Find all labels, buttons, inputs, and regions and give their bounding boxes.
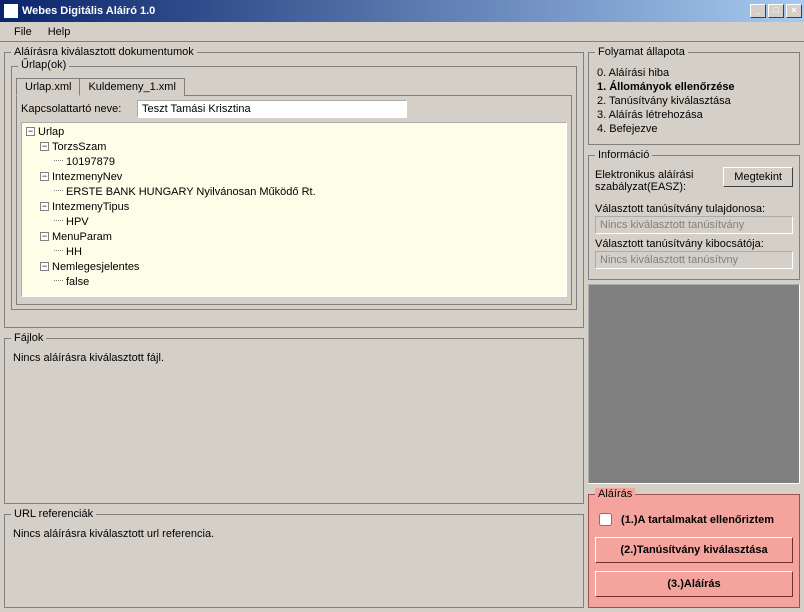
sign-legend: Aláírás [595,488,635,500]
collapse-icon[interactable]: − [40,262,49,271]
tree-node[interactable]: −Nemlegesjelentes [26,260,562,275]
process-step-3: 3. Aláírás létrehozása [597,108,791,122]
process-legend: Folyamat állapota [595,46,688,58]
process-group: Folyamat állapota 0. Aláírási hiba 1. Ál… [588,46,800,145]
right-column: Folyamat állapota 0. Aláírási hiba 1. Ál… [588,46,800,608]
cert-issuer-label: Választott tanúsítvány kibocsátója: [595,238,793,250]
minimize-button[interactable]: _ [750,4,766,18]
window-controls: _ □ × [750,4,802,18]
info-legend: Információ [595,149,652,161]
collapse-icon[interactable]: − [40,142,49,151]
collapse-icon[interactable]: − [26,127,35,136]
window-titlebar: Webes Digitális Aláíró 1.0 _ □ × [0,0,804,22]
process-step-4: 4. Befejezve [597,122,791,136]
tree-node[interactable]: −IntezmenyNev [26,170,562,185]
tree-leaf[interactable]: 10197879 [26,155,562,170]
form-tabs: Urlap.xml Kuldemeny_1.xml [16,77,572,95]
left-column: Aláírásra kiválasztott dokumentumok Űrla… [4,46,584,608]
contact-input[interactable] [137,100,407,118]
cert-owner-value: Nincs kiválasztott tanúsítvány [595,216,793,234]
app-icon [4,4,18,18]
files-empty-text: Nincs aláírásra kiválasztott fájl. [11,350,577,366]
maximize-button[interactable]: □ [768,4,784,18]
contents-checked-checkbox[interactable] [599,513,612,526]
tree-node[interactable]: −TorzsSzam [26,140,562,155]
contact-row: Kapcsolattartó neve: [21,100,567,118]
tree-node[interactable]: −MenuParam [26,230,562,245]
collapse-icon[interactable]: − [40,202,49,211]
close-button[interactable]: × [786,4,802,18]
easz-row: Elektronikus aláírási szabályzat(EASZ): … [595,167,793,199]
tree-leaf[interactable]: HH [26,245,562,260]
menu-help[interactable]: Help [40,24,79,40]
select-cert-button[interactable]: (2.)Tanúsítvány kiválasztása [595,537,793,563]
url-group: URL referenciák Nincs aláírásra kiválasz… [4,508,584,608]
documents-legend: Aláírásra kiválasztott dokumentumok [11,46,197,58]
collapse-icon[interactable]: − [40,172,49,181]
files-legend: Fájlok [11,332,46,344]
forms-legend: Űrlap(ok) [18,59,69,71]
sign-button[interactable]: (3.)Aláírás [595,571,793,597]
files-group: Fájlok Nincs aláírásra kiválasztott fájl… [4,332,584,504]
process-step-1: 1. Állományok ellenőrzése [597,80,791,94]
tree-node[interactable]: −IntezmenyTipus [26,200,562,215]
process-step-0: 0. Aláírási hiba [597,66,791,80]
tree-root[interactable]: −Urlap [26,125,562,140]
process-step-2: 2. Tanúsítvány kiválasztása [597,94,791,108]
tree-leaf[interactable]: ERSTE BANK HUNGARY Nyilvánosan Működő Rt… [26,185,562,200]
tab-urlap[interactable]: Urlap.xml [16,78,80,96]
process-steps: 0. Aláírási hiba 1. Állományok ellenőrzé… [595,64,793,138]
sign-check-row: (1.)A tartalmakat ellenőriztem [595,510,793,529]
menu-file[interactable]: File [6,24,40,40]
url-empty-text: Nincs aláírásra kiválasztott url referen… [11,526,577,542]
tree-leaf[interactable]: HPV [26,215,562,230]
right-spacer [588,284,800,484]
info-group: Információ Elektronikus aláírási szabály… [588,149,800,280]
content-area: Aláírásra kiválasztott dokumentumok Űrla… [0,42,804,612]
collapse-icon[interactable]: − [40,232,49,241]
view-easz-button[interactable]: Megtekint [723,167,793,187]
url-legend: URL referenciák [11,508,96,520]
cert-issuer-value: Nincs kiválasztott tanúsítvny [595,251,793,269]
tree-leaf[interactable]: false [26,275,562,290]
menubar: File Help [0,22,804,42]
documents-group: Aláírásra kiválasztott dokumentumok Űrla… [4,46,584,328]
contact-label: Kapcsolattartó neve: [21,103,131,115]
tab-kuldemeny[interactable]: Kuldemeny_1.xml [79,78,184,96]
tab-body: Kapcsolattartó neve: −Urlap −TorzsSzam 1… [16,95,572,305]
cert-owner-label: Választott tanúsítvány tulajdonosa: [595,203,793,215]
xml-tree[interactable]: −Urlap −TorzsSzam 10197879 −IntezmenyNev [21,122,567,297]
sign-group: Aláírás (1.)A tartalmakat ellenőriztem (… [588,488,800,608]
easz-text: Elektronikus aláírási szabályzat(EASZ): [595,169,705,193]
forms-group: Űrlap(ok) Urlap.xml Kuldemeny_1.xml Kapc… [11,66,577,310]
window-title: Webes Digitális Aláíró 1.0 [22,5,750,17]
contents-checked-label: (1.)A tartalmakat ellenőriztem [621,514,774,526]
